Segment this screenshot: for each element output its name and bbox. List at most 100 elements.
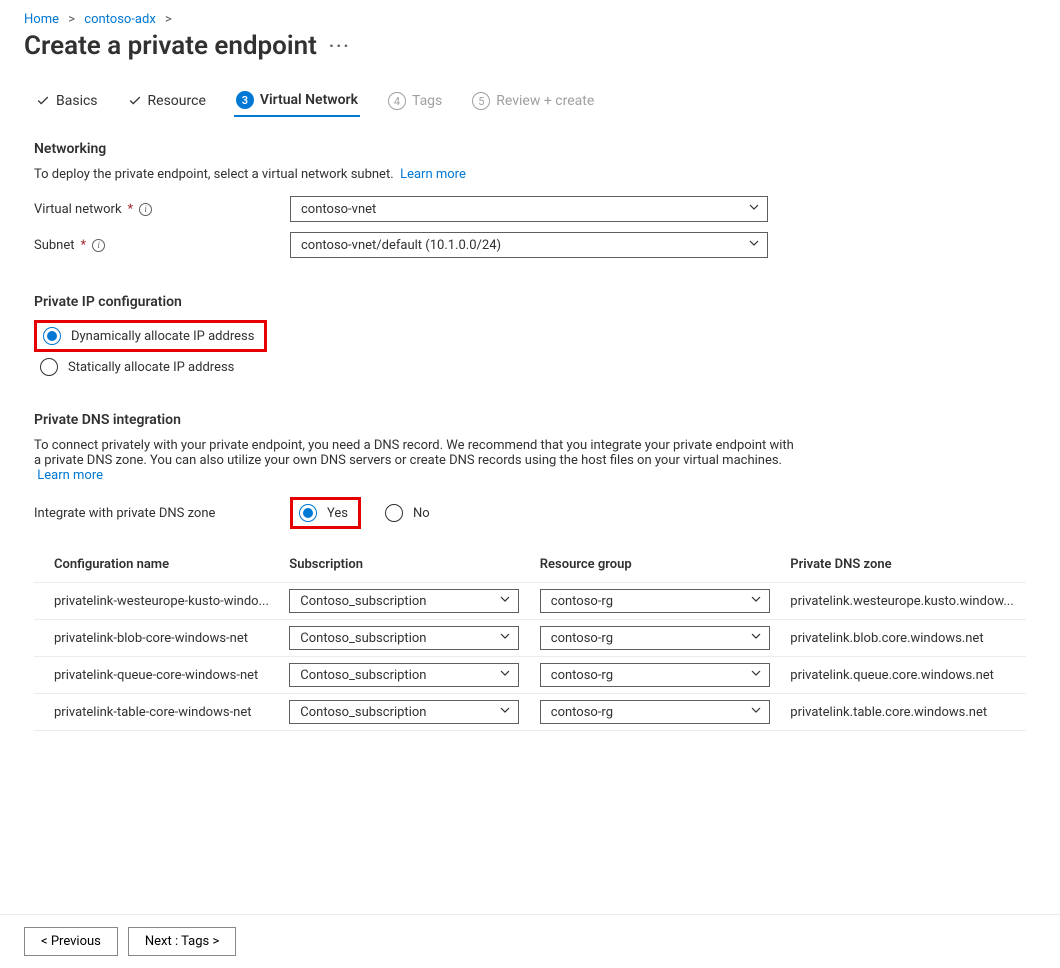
cell-config-name: privatelink-westeurope-kusto-windo... [34, 583, 281, 620]
radio-yes-label: Yes [327, 506, 348, 521]
subscription-select[interactable]: Contoso_subscription [289, 626, 519, 650]
tab-resource[interactable]: Resource [126, 85, 208, 117]
tab-basics[interactable]: Basics [34, 85, 100, 117]
cell-subscription: Contoso_subscription [281, 620, 531, 657]
check-icon [36, 94, 50, 108]
tab-review-create[interactable]: 5 Review + create [470, 85, 596, 117]
cell-resource-group: contoso-rg [532, 694, 782, 731]
table-row: privatelink-table-core-windows-net Contos… [34, 694, 1026, 731]
cell-config-name: privatelink-queue-core-windows-net [34, 657, 281, 694]
radio-static-label: Statically allocate IP address [68, 360, 234, 375]
page-title: Create a private endpoint ··· [24, 31, 1036, 61]
col-config-name: Configuration name [34, 547, 281, 583]
resource-group-select-value: contoso-rg [551, 631, 613, 646]
subscription-select-value: Contoso_subscription [300, 594, 426, 609]
integrate-dns-label: Integrate with private DNS zone [34, 506, 290, 521]
tab-review-label: Review + create [496, 93, 594, 109]
more-actions-icon[interactable]: ··· [329, 36, 351, 57]
breadcrumb: Home > contoso-adx > [24, 12, 1036, 27]
radio-icon [43, 327, 61, 345]
tab-step-number-icon: 4 [388, 92, 406, 110]
subnet-select[interactable]: contoso-vnet/default (10.1.0.0/24) [290, 232, 768, 258]
cell-private-dns-zone: privatelink.queue.core.windows.net [782, 657, 1026, 694]
tab-resource-label: Resource [148, 93, 206, 109]
table-row: privatelink-queue-core-windows-net Contos… [34, 657, 1026, 694]
networking-heading: Networking [34, 141, 1026, 157]
cell-resource-group: contoso-rg [532, 657, 782, 694]
cell-subscription: Contoso_subscription [281, 657, 531, 694]
dns-heading: Private DNS integration [34, 412, 1026, 428]
radio-no-label: No [413, 506, 430, 521]
dns-zone-text: privatelink.blob.core.windows.net [790, 631, 1018, 646]
ip-config-heading: Private IP configuration [34, 294, 1026, 310]
vnet-label-text: Virtual network [34, 202, 122, 217]
radio-icon [385, 504, 403, 522]
subnet-label: Subnet * i [34, 238, 290, 253]
tab-tags[interactable]: 4 Tags [386, 85, 444, 117]
vnet-label: Virtual network * i [34, 202, 290, 217]
radio-dynamic-ip[interactable]: Dynamically allocate IP address [37, 323, 260, 349]
col-private-dns-zone: Private DNS zone [782, 547, 1026, 583]
radio-static-ip[interactable]: Statically allocate IP address [34, 354, 1026, 380]
networking-desc: To deploy the private endpoint, select a… [34, 167, 1026, 182]
cell-config-name: privatelink-blob-core-windows-net [34, 620, 281, 657]
networking-learn-more-link[interactable]: Learn more [400, 167, 466, 182]
cell-private-dns-zone: privatelink.blob.core.windows.net [782, 620, 1026, 657]
tab-tags-label: Tags [412, 93, 442, 109]
tab-step-number-icon: 3 [236, 91, 254, 109]
dns-zone-text: privatelink.table.core.windows.net [790, 705, 1018, 720]
chevron-right-icon: > [68, 12, 75, 27]
cell-private-dns-zone: privatelink.table.core.windows.net [782, 694, 1026, 731]
tab-step-number-icon: 5 [472, 92, 490, 110]
cell-subscription: Contoso_subscription [281, 583, 531, 620]
next-button[interactable]: Next : Tags > [128, 927, 236, 956]
dns-desc: To connect privately with your private e… [34, 438, 794, 483]
networking-desc-text: To deploy the private endpoint, select a… [34, 167, 394, 182]
cell-config-name: privatelink-table-core-windows-net [34, 694, 281, 731]
col-resource-group: Resource group [532, 547, 782, 583]
tab-virtual-network[interactable]: 3 Virtual Network [234, 85, 360, 117]
required-indicator: * [128, 202, 134, 217]
breadcrumb-resource[interactable]: contoso-adx [84, 12, 156, 27]
required-indicator: * [81, 238, 87, 253]
resource-group-select-value: contoso-rg [551, 668, 613, 683]
resource-group-select[interactable]: contoso-rg [540, 589, 770, 613]
subnet-select-value: contoso-vnet/default (10.1.0.0/24) [301, 238, 501, 253]
dns-zones-table: Configuration name Subscription Resource… [34, 547, 1026, 731]
vnet-select-value: contoso-vnet [301, 202, 376, 217]
check-icon [128, 94, 142, 108]
col-subscription: Subscription [281, 547, 531, 583]
wizard-tabs: Basics Resource 3 Virtual Network 4 Tags… [34, 85, 1026, 117]
vnet-select[interactable]: contoso-vnet [290, 196, 768, 222]
cell-resource-group: contoso-rg [532, 583, 782, 620]
previous-button[interactable]: < Previous [24, 927, 118, 956]
wizard-footer: < Previous Next : Tags > [0, 914, 1060, 968]
radio-integrate-yes[interactable]: Yes [293, 500, 354, 526]
page-title-text: Create a private endpoint [24, 31, 317, 61]
highlight-annotation: Dynamically allocate IP address [34, 320, 267, 352]
subscription-select-value: Contoso_subscription [300, 705, 426, 720]
subscription-select[interactable]: Contoso_subscription [289, 700, 519, 724]
resource-group-select[interactable]: contoso-rg [540, 626, 770, 650]
dns-learn-more-link[interactable]: Learn more [37, 468, 103, 483]
tab-basics-label: Basics [56, 93, 98, 109]
table-row: privatelink-blob-core-windows-net Contoso… [34, 620, 1026, 657]
radio-integrate-no[interactable]: No [379, 500, 436, 526]
info-icon[interactable]: i [92, 239, 105, 252]
resource-group-select[interactable]: contoso-rg [540, 663, 770, 687]
radio-dynamic-label: Dynamically allocate IP address [71, 329, 254, 344]
tab-vnet-label: Virtual Network [260, 92, 358, 108]
info-icon[interactable]: i [139, 203, 152, 216]
subscription-select[interactable]: Contoso_subscription [289, 589, 519, 613]
resource-group-select[interactable]: contoso-rg [540, 700, 770, 724]
breadcrumb-home[interactable]: Home [24, 12, 59, 27]
cell-subscription: Contoso_subscription [281, 694, 531, 731]
radio-icon [299, 504, 317, 522]
table-row: privatelink-westeurope-kusto-windo... Con… [34, 583, 1026, 620]
radio-icon [40, 358, 58, 376]
dns-zone-text: privatelink.queue.core.windows.net [790, 668, 1018, 683]
subscription-select[interactable]: Contoso_subscription [289, 663, 519, 687]
chevron-right-icon: > [165, 12, 172, 27]
subnet-label-text: Subnet [34, 238, 75, 253]
dns-zone-text: privatelink.westeurope.kusto.window... [790, 594, 1018, 609]
